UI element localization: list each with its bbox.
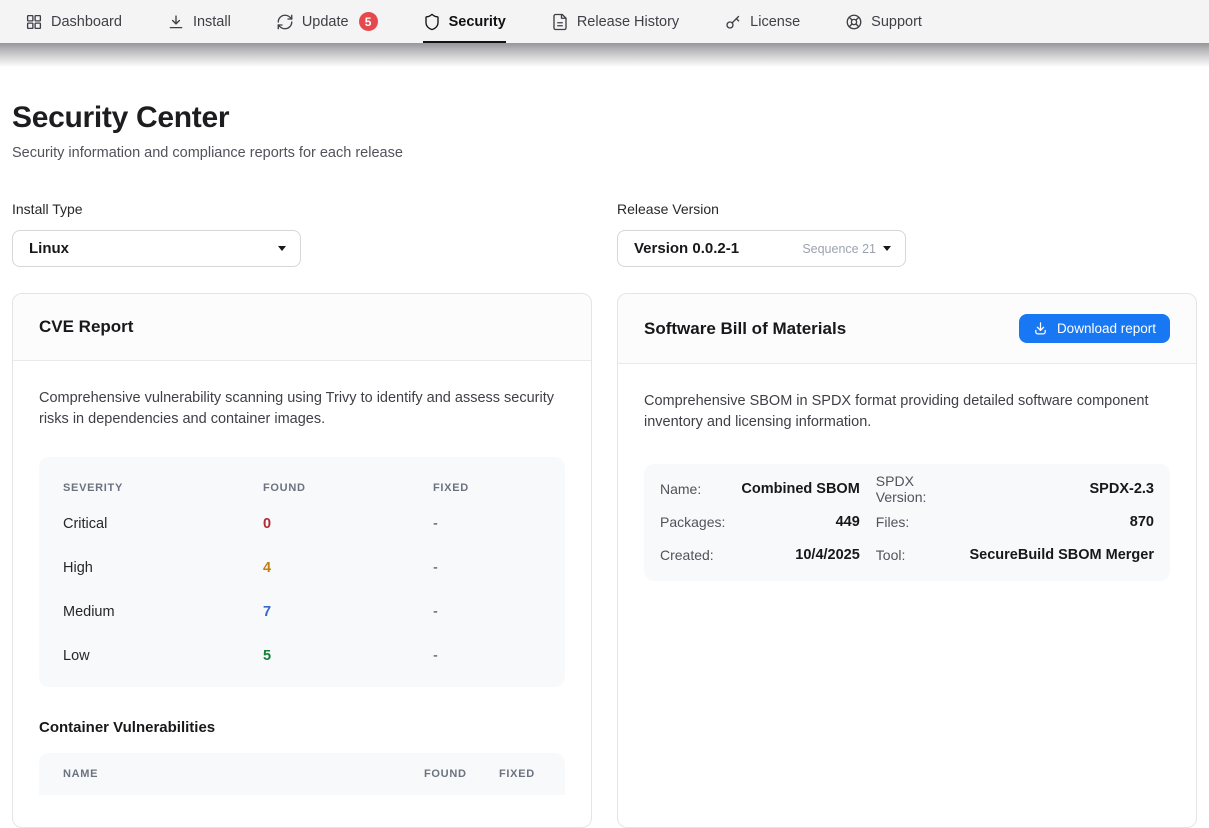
sbom-field-value: SPDX-2.3 xyxy=(969,473,1154,506)
sbom-field-label: Packages: xyxy=(660,506,725,539)
install-type-select[interactable]: Linux xyxy=(12,230,301,267)
nav-tab-update[interactable]: Update 5 xyxy=(276,0,378,43)
fixed-count: - xyxy=(433,516,541,532)
cve-card-header: CVE Report xyxy=(13,294,591,361)
severity-row-medium: Medium 7 - xyxy=(63,590,541,634)
install-type-value: Linux xyxy=(29,240,69,257)
shield-icon xyxy=(423,13,441,31)
sbom-description: Comprehensive SBOM in SPDX format provid… xyxy=(644,391,1166,434)
sbom-field-value: SecureBuild SBOM Merger xyxy=(969,539,1154,572)
dashboard-icon xyxy=(25,13,43,31)
nav-label: Update xyxy=(302,14,349,30)
release-version-meta: Sequence 21 xyxy=(802,242,891,256)
nav-tab-release-history[interactable]: Release History xyxy=(551,0,679,43)
col-found: FOUND xyxy=(263,482,433,494)
download-report-button[interactable]: Download report xyxy=(1019,314,1170,343)
nav-tab-support[interactable]: Support xyxy=(845,0,922,43)
sbom-card: Software Bill of Materials Download repo… xyxy=(617,293,1197,828)
container-vulnerabilities-table-header: NAME FOUND FIXED xyxy=(39,753,565,795)
col-fixed: FIXED xyxy=(499,768,547,780)
update-count-badge: 5 xyxy=(359,12,378,31)
cve-description: Comprehensive vulnerability scanning usi… xyxy=(39,388,561,431)
found-count: 5 xyxy=(263,648,433,664)
install-type-filter: Install Type Linux xyxy=(12,201,592,267)
chevron-down-icon xyxy=(278,246,286,251)
col-severity: SEVERITY xyxy=(63,482,263,494)
sbom-field-label: SPDX Version: xyxy=(876,473,954,506)
sbom-field-value: 449 xyxy=(741,506,859,539)
download-icon xyxy=(1033,321,1048,336)
life-buoy-icon xyxy=(845,13,863,31)
found-count: 4 xyxy=(263,560,433,576)
release-version-label: Release Version xyxy=(617,201,1197,217)
report-cards: CVE Report Comprehensive vulnerability s… xyxy=(12,293,1197,828)
sbom-info-grid: Name: Combined SBOM SPDX Version: SPDX-2… xyxy=(644,464,1170,581)
nav-label: Dashboard xyxy=(51,14,122,30)
severity-row-high: High 4 - xyxy=(63,546,541,590)
severity-name: Critical xyxy=(63,516,263,532)
top-nav: Dashboard Install Update 5 Security Rele… xyxy=(0,0,1209,43)
filters-row: Install Type Linux Release Version Versi… xyxy=(12,201,1197,267)
fixed-count: - xyxy=(433,560,541,576)
severity-table-header: SEVERITY FOUND FIXED xyxy=(63,474,541,502)
sbom-field-label: Name: xyxy=(660,473,725,506)
sbom-card-header: Software Bill of Materials Download repo… xyxy=(618,294,1196,364)
severity-name: High xyxy=(63,560,263,576)
download-report-label: Download report xyxy=(1057,321,1156,336)
install-type-label: Install Type xyxy=(12,201,592,217)
sbom-field-label: Tool: xyxy=(876,539,954,572)
sbom-field-label: Created: xyxy=(660,539,725,572)
release-version-select[interactable]: Version 0.0.2-1 Sequence 21 xyxy=(617,230,906,267)
chevron-down-icon xyxy=(883,246,891,251)
severity-row-critical: Critical 0 - xyxy=(63,502,541,546)
found-count: 0 xyxy=(263,516,433,532)
release-version-value: Version 0.0.2-1 xyxy=(634,240,739,257)
fixed-count: - xyxy=(433,604,541,620)
nav-tab-install[interactable]: Install xyxy=(167,0,231,43)
nav-tab-license[interactable]: License xyxy=(724,0,800,43)
nav-label: Install xyxy=(193,14,231,30)
col-name: NAME xyxy=(63,768,424,780)
severity-row-low: Low 5 - xyxy=(63,634,541,678)
col-fixed: FIXED xyxy=(433,482,541,494)
sbom-field-label: Files: xyxy=(876,506,954,539)
severity-name: Medium xyxy=(63,604,263,620)
found-count: 7 xyxy=(263,604,433,620)
nav-label: Security xyxy=(449,14,506,30)
col-found: FOUND xyxy=(424,768,499,780)
sbom-card-body: Comprehensive SBOM in SPDX format provid… xyxy=(618,364,1196,608)
container-vulnerabilities-title: Container Vulnerabilities xyxy=(39,719,565,736)
download-icon xyxy=(167,13,185,31)
sequence-label: Sequence 21 xyxy=(802,242,876,256)
severity-name: Low xyxy=(63,648,263,664)
sbom-field-value: Combined SBOM xyxy=(741,473,859,506)
nav-tab-security[interactable]: Security xyxy=(423,0,506,43)
nav-shadow-divider xyxy=(0,43,1209,67)
nav-label: License xyxy=(750,14,800,30)
nav-tab-dashboard[interactable]: Dashboard xyxy=(25,0,122,43)
page-title: Security Center xyxy=(12,101,1197,135)
cve-report-card: CVE Report Comprehensive vulnerability s… xyxy=(12,293,592,828)
main-content: Security Center Security information and… xyxy=(0,101,1209,828)
fixed-count: - xyxy=(433,648,541,664)
release-version-filter: Release Version Version 0.0.2-1 Sequence… xyxy=(617,201,1197,267)
key-icon xyxy=(724,13,742,31)
nav-label: Support xyxy=(871,14,922,30)
refresh-icon xyxy=(276,13,294,31)
sbom-card-title: Software Bill of Materials xyxy=(644,319,846,339)
sbom-field-value: 10/4/2025 xyxy=(741,539,859,572)
document-icon xyxy=(551,13,569,31)
severity-table: SEVERITY FOUND FIXED Critical 0 - High 4… xyxy=(39,457,565,687)
sbom-field-value: 870 xyxy=(969,506,1154,539)
cve-card-title: CVE Report xyxy=(39,317,133,337)
cve-card-body: Comprehensive vulnerability scanning usi… xyxy=(13,361,591,822)
page-subtitle: Security information and compliance repo… xyxy=(12,145,1197,161)
nav-label: Release History xyxy=(577,14,679,30)
